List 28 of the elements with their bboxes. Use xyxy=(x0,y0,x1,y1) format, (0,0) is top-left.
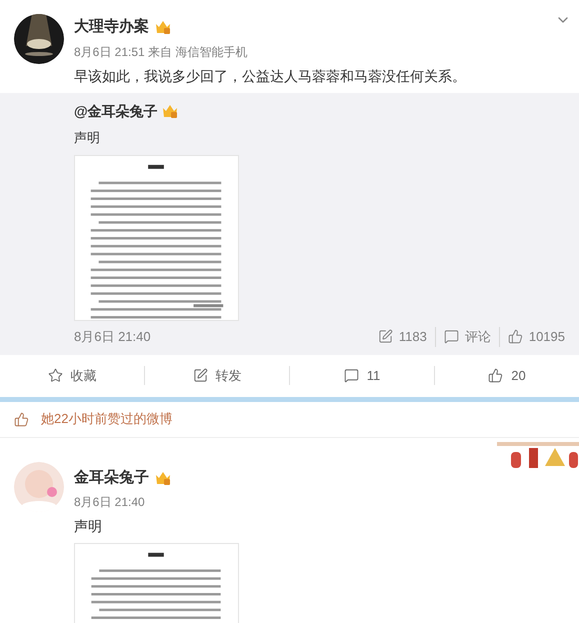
like-icon xyxy=(488,368,504,383)
like-stat[interactable]: 10195 xyxy=(508,327,565,346)
crown-badge-icon xyxy=(162,104,178,118)
post-text: 声明 xyxy=(74,517,103,536)
liked-notice: 她22小时前赞过的微博 xyxy=(41,410,172,428)
repost-author[interactable]: @金耳朵兔子 xyxy=(74,100,158,122)
comment-icon xyxy=(344,368,359,383)
post-text: 早该如此，我说多少回了，公益达人马蓉蓉和马蓉没任何关系。 xyxy=(74,66,466,86)
post-meta: 8月6日 21:40 xyxy=(74,494,146,511)
favorite-button[interactable]: 收藏 xyxy=(48,366,96,386)
like-icon xyxy=(508,329,523,344)
forward-icon xyxy=(192,368,208,383)
like-icon xyxy=(14,412,29,426)
repost-text: 声明 xyxy=(74,128,101,146)
author-name[interactable]: 金耳朵兔子 xyxy=(74,466,149,489)
crown-badge-icon xyxy=(155,470,171,485)
comment-button[interactable]: 11 xyxy=(344,366,380,386)
repost-time: 8月6日 21:40 xyxy=(74,328,151,346)
forward-button[interactable]: 转发 xyxy=(192,366,242,386)
like-button[interactable]: 20 xyxy=(488,366,526,386)
forward-stat[interactable]: 1183 xyxy=(378,327,427,346)
favorite-icon xyxy=(48,368,62,383)
comment-icon xyxy=(444,329,459,344)
forward-icon xyxy=(378,329,393,344)
author-name[interactable]: 大理寺办案 xyxy=(74,16,149,38)
crown-badge-icon xyxy=(155,20,171,34)
post-meta: 8月6日 21:51 来自 海信智能手机 xyxy=(74,44,248,60)
comment-stat[interactable]: 评论 xyxy=(444,327,491,346)
